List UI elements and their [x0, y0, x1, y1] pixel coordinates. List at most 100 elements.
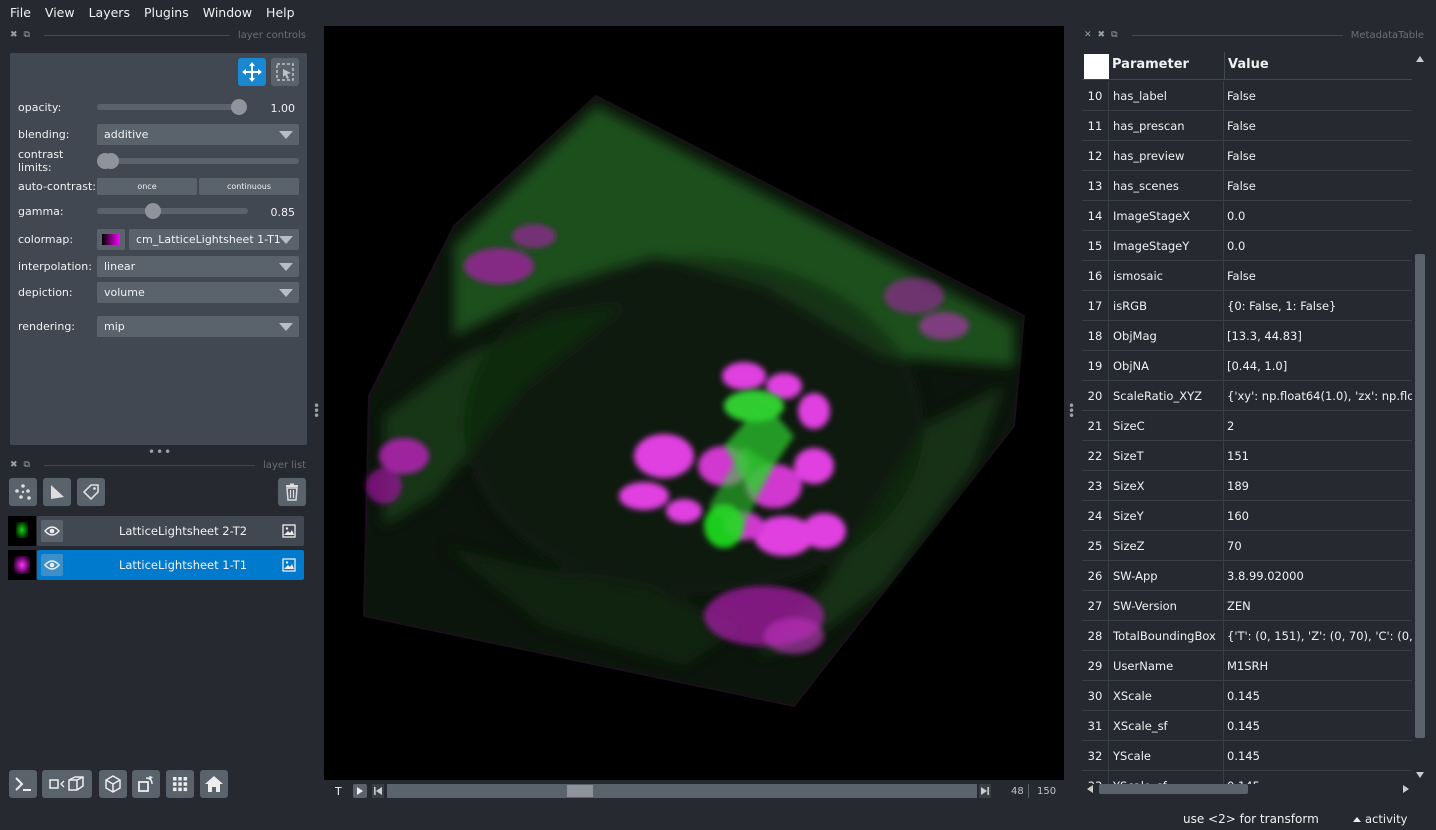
- table-row[interactable]: 27 SW-Version ZEN: [1082, 590, 1412, 621]
- scroll-up-button[interactable]: [1415, 54, 1425, 64]
- table-row[interactable]: 25 SizeZ 70: [1082, 530, 1412, 561]
- row-value[interactable]: [0.44, 1.0]: [1224, 351, 1412, 381]
- new-shapes-layer-button[interactable]: [43, 478, 71, 506]
- opacity-slider[interactable]: [97, 99, 247, 115]
- transform-mode-button[interactable]: [238, 58, 266, 86]
- pin-icon[interactable]: ✖: [1098, 30, 1106, 40]
- row-parameter[interactable]: TotalBoundingBox: [1108, 620, 1224, 651]
- row-parameter[interactable]: has_preview: [1108, 140, 1224, 171]
- float-icon[interactable]: ⧉: [24, 460, 30, 470]
- row-value[interactable]: 3.8.99.02000: [1224, 561, 1412, 591]
- row-parameter[interactable]: isRGB: [1108, 290, 1224, 321]
- column-header-value[interactable]: Value: [1228, 57, 1269, 72]
- gamma-slider-handle[interactable]: [145, 203, 161, 219]
- pin-icon[interactable]: ✖: [10, 30, 18, 40]
- viewer-canvas[interactable]: [324, 26, 1064, 780]
- row-value[interactable]: False: [1224, 81, 1412, 111]
- row-parameter[interactable]: XScale: [1108, 680, 1224, 711]
- scroll-track[interactable]: [1415, 68, 1425, 768]
- menu-help[interactable]: Help: [260, 5, 301, 20]
- menu-plugins[interactable]: Plugins: [138, 5, 195, 20]
- gamma-slider[interactable]: [97, 203, 248, 219]
- table-row[interactable]: 15 ImageStageY 0.0: [1082, 230, 1412, 261]
- row-value[interactable]: False: [1224, 141, 1412, 171]
- reset-view-button[interactable]: [200, 770, 228, 798]
- row-value[interactable]: {0: False, 1: False}: [1224, 291, 1412, 321]
- h-scroll-track[interactable]: [1099, 784, 1401, 794]
- table-row[interactable]: 10 has_label False: [1082, 80, 1412, 111]
- row-value[interactable]: M1SRH: [1224, 651, 1412, 681]
- layer-item-body[interactable]: LatticeLightsheet 1-T1: [37, 550, 304, 580]
- row-value[interactable]: 0.0: [1224, 231, 1412, 261]
- row-parameter[interactable]: SW-App: [1108, 560, 1224, 591]
- row-parameter[interactable]: SizeY: [1108, 500, 1224, 531]
- row-parameter[interactable]: ismosaic: [1108, 260, 1224, 291]
- row-value[interactable]: 2: [1224, 411, 1412, 441]
- row-parameter[interactable]: has_label: [1108, 80, 1224, 111]
- continuous-button[interactable]: continuous: [199, 177, 299, 195]
- menu-layers[interactable]: Layers: [83, 5, 136, 20]
- transpose-dimensions-button[interactable]: [132, 770, 160, 798]
- row-value[interactable]: 0.145: [1224, 711, 1412, 741]
- table-row[interactable]: 17 isRGB {0: False, 1: False}: [1082, 290, 1412, 321]
- row-value[interactable]: False: [1224, 111, 1412, 141]
- axis-label[interactable]: T: [335, 785, 342, 798]
- row-parameter[interactable]: XScale_sf: [1108, 710, 1224, 741]
- new-labels-layer-button[interactable]: [77, 478, 105, 506]
- float-icon[interactable]: ⧉: [24, 30, 30, 40]
- delete-layer-button[interactable]: [278, 478, 306, 506]
- table-row[interactable]: 30 XScale 0.145: [1082, 680, 1412, 711]
- right-dock-splitter[interactable]: • • •: [1068, 400, 1075, 422]
- table-row[interactable]: 12 has_preview False: [1082, 140, 1412, 171]
- step-forward-button[interactable]: [979, 784, 991, 798]
- roll-dimensions-button[interactable]: [99, 770, 127, 798]
- row-value[interactable]: 0.145: [1224, 681, 1412, 711]
- row-parameter[interactable]: ImageStageX: [1108, 200, 1224, 231]
- h-scroll-thumb[interactable]: [1099, 784, 1248, 794]
- row-parameter[interactable]: UserName: [1108, 650, 1224, 681]
- scroll-down-button[interactable]: [1415, 770, 1425, 780]
- row-value[interactable]: ZEN: [1224, 591, 1412, 621]
- grid-mode-button[interactable]: [166, 770, 194, 798]
- pan-zoom-mode-button[interactable]: [271, 58, 299, 86]
- row-parameter[interactable]: SW-Version: [1108, 590, 1224, 621]
- menu-window[interactable]: Window: [197, 5, 258, 20]
- table-row[interactable]: 18 ObjMag [13.3, 44.83]: [1082, 320, 1412, 351]
- table-vertical-scrollbar[interactable]: [1413, 52, 1427, 782]
- scroll-right-button[interactable]: [1401, 784, 1411, 794]
- row-parameter[interactable]: SizeX: [1108, 470, 1224, 501]
- table-row[interactable]: 13 has_scenes False: [1082, 170, 1412, 201]
- row-value[interactable]: 0.0: [1224, 201, 1412, 231]
- layer-row[interactable]: LatticeLightsheet 2-T2: [8, 516, 304, 546]
- table-row[interactable]: 20 ScaleRatio_XYZ {'xy': np.float64(1.0), …: [1082, 380, 1412, 411]
- row-parameter[interactable]: has_prescan: [1108, 110, 1224, 141]
- dims-slider-track[interactable]: [387, 784, 977, 798]
- contrast-limits-slider[interactable]: [97, 153, 299, 169]
- row-value[interactable]: False: [1224, 171, 1412, 201]
- visibility-toggle[interactable]: [41, 554, 63, 576]
- scroll-thumb[interactable]: [1415, 254, 1425, 738]
- layer-row-selected[interactable]: LatticeLightsheet 1-T1: [8, 550, 304, 580]
- step-back-button[interactable]: [372, 784, 384, 798]
- interpolation-select[interactable]: linear: [97, 255, 299, 277]
- ndisplay-toggle-button[interactable]: [42, 770, 92, 798]
- pin-icon[interactable]: ✖: [10, 460, 18, 470]
- table-row[interactable]: 14 ImageStageX 0.0: [1082, 200, 1412, 231]
- contrast-max-handle[interactable]: [103, 153, 119, 169]
- row-value[interactable]: 160: [1224, 501, 1412, 531]
- once-button[interactable]: once: [97, 177, 197, 195]
- opacity-slider-handle[interactable]: [231, 99, 247, 115]
- menu-file[interactable]: File: [4, 5, 37, 20]
- layer-name[interactable]: LatticeLightsheet 1-T1: [63, 558, 303, 572]
- row-value[interactable]: [13.3, 44.83]: [1224, 321, 1412, 351]
- menu-view[interactable]: View: [39, 5, 81, 20]
- column-header-parameter[interactable]: Parameter: [1112, 57, 1189, 72]
- colormap-preview[interactable]: [97, 228, 125, 250]
- blending-select[interactable]: additive: [97, 123, 299, 145]
- depiction-select[interactable]: volume: [97, 281, 299, 303]
- table-horizontal-scrollbar[interactable]: [1085, 782, 1413, 796]
- row-value[interactable]: {'xy': np.float64(1.0), 'zx': np.float64: [1224, 381, 1412, 411]
- row-parameter[interactable]: SizeC: [1108, 410, 1224, 441]
- row-parameter[interactable]: ScaleRatio_XYZ: [1108, 380, 1224, 411]
- table-row[interactable]: 22 SizeT 151: [1082, 440, 1412, 471]
